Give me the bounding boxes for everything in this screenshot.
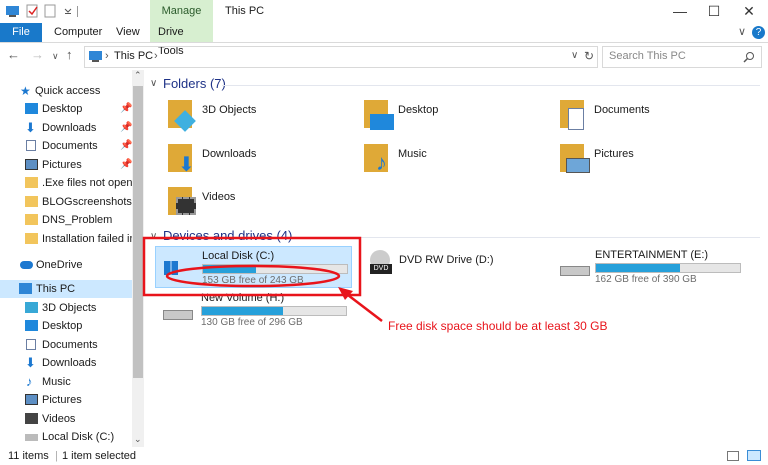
annotation-text: Free disk space should be at least 30 GB bbox=[388, 319, 608, 333]
annotation-arrow bbox=[343, 291, 383, 322]
selection-count: 1 item selected bbox=[62, 450, 136, 462]
highlight-ellipse bbox=[165, 264, 341, 288]
status-bar: 11 items | 1 item selected bbox=[0, 447, 768, 465]
details-view-icon[interactable] bbox=[727, 451, 739, 461]
large-icons-view-icon[interactable] bbox=[747, 450, 761, 461]
item-count: 11 items bbox=[8, 450, 49, 462]
annotation-overlay bbox=[142, 236, 383, 322]
